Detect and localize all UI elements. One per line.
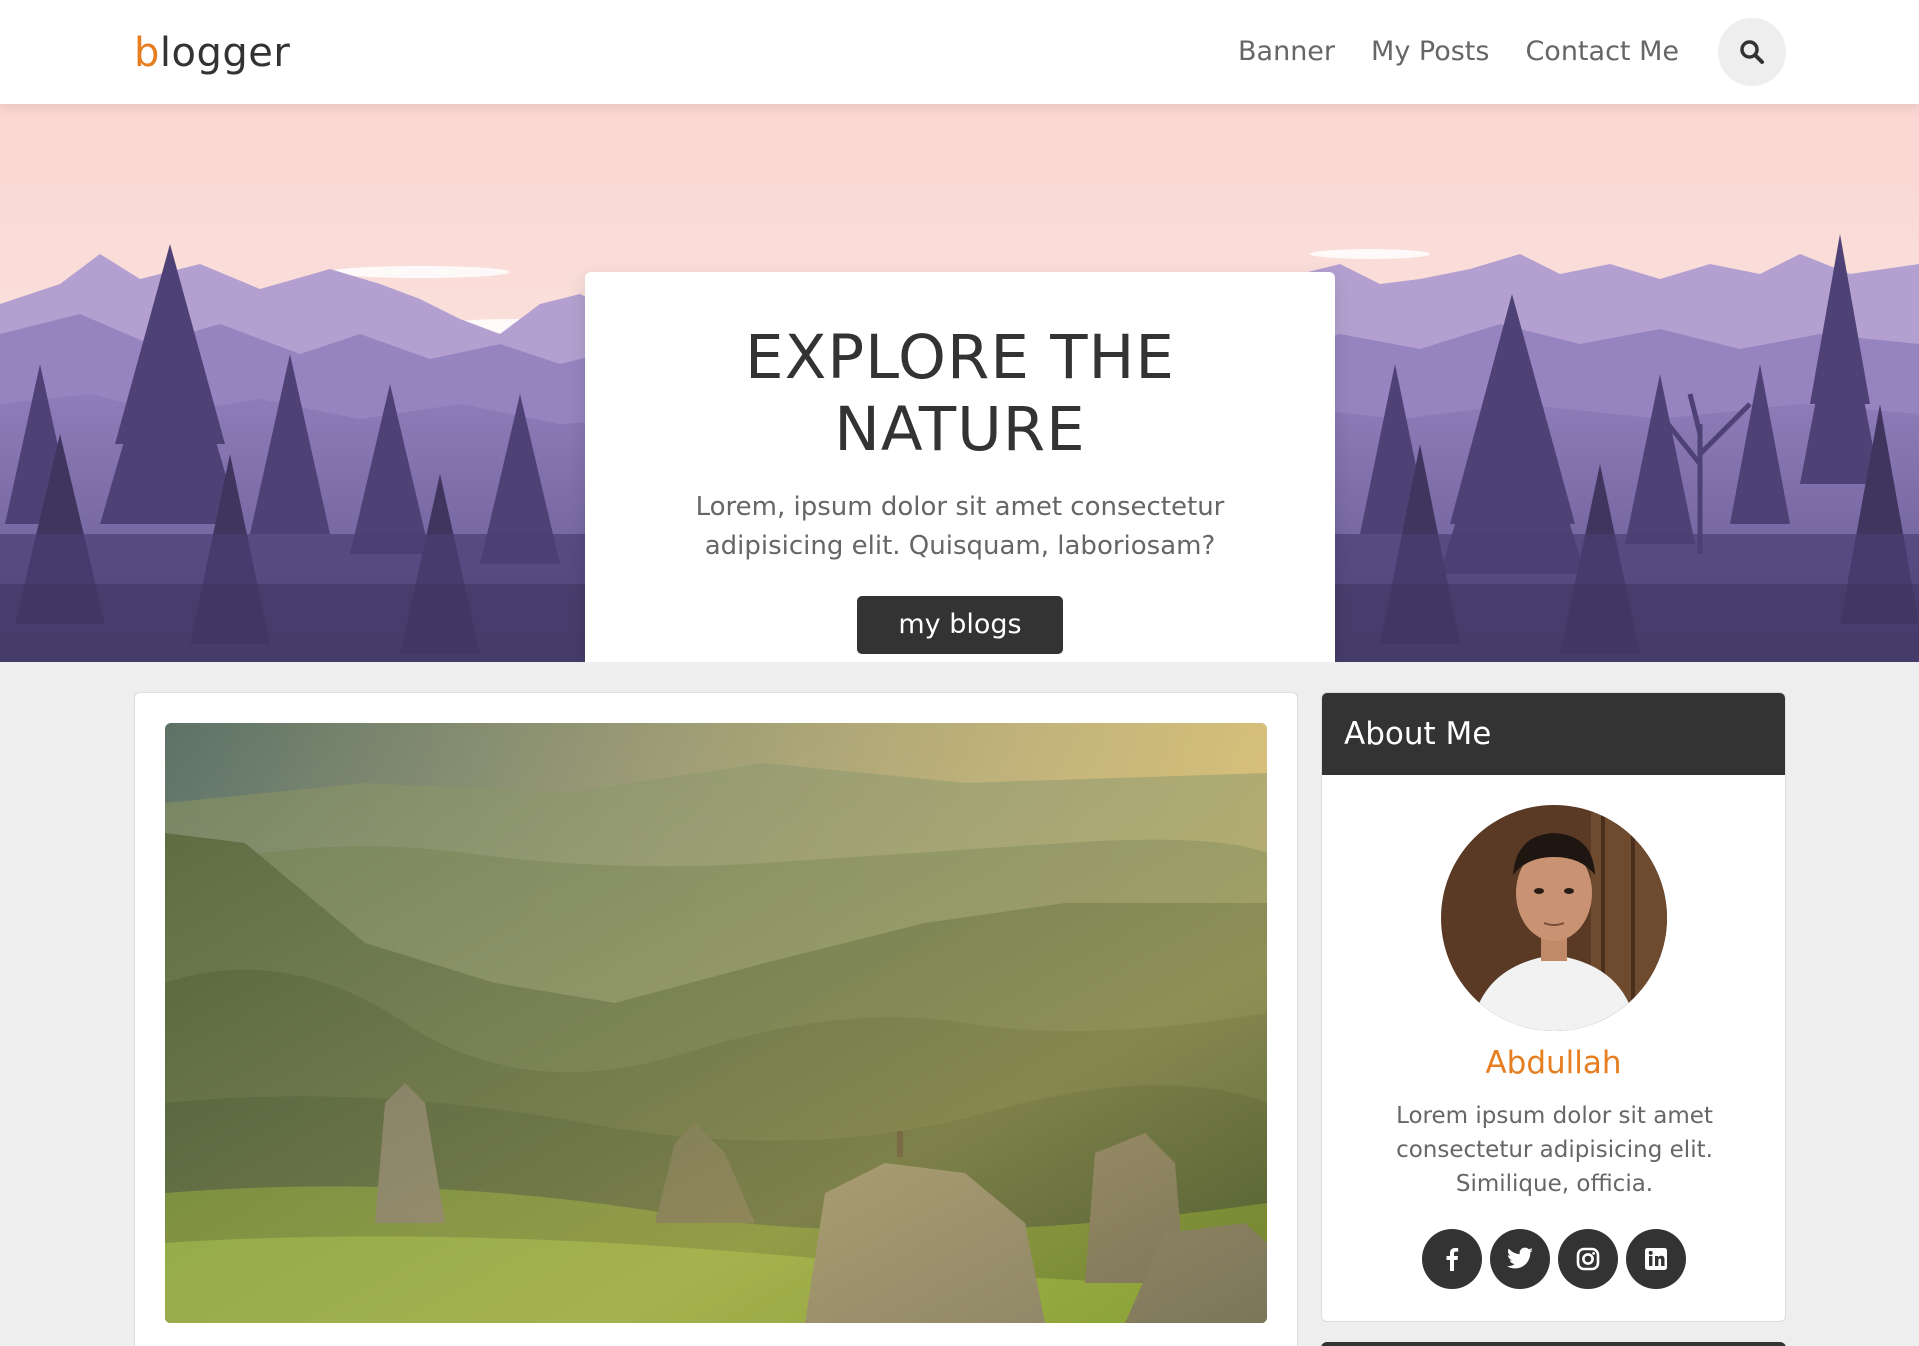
author-bio: Lorem ipsum dolor sit amet consectetur a…: [1396, 1103, 1713, 1197]
banner-title: EXPLORE THE NATURE: [680, 322, 1240, 466]
my-blogs-button[interactable]: my blogs: [857, 596, 1063, 654]
mountain-landscape-photo: [165, 723, 1267, 1323]
facebook-link[interactable]: [1421, 1229, 1482, 1289]
featured-post-card: [134, 692, 1298, 1346]
site-logo[interactable]: blogger: [134, 30, 290, 76]
social-links: [1322, 1229, 1785, 1289]
instagram-link[interactable]: [1557, 1229, 1618, 1289]
nav-link-my-posts[interactable]: My Posts: [1371, 36, 1489, 67]
main-nav: Banner My Posts Contact Me: [1238, 36, 1679, 67]
profile-photo: [1441, 805, 1667, 1031]
instagram-icon: [1576, 1247, 1599, 1271]
nav-link-banner[interactable]: Banner: [1238, 36, 1335, 67]
avatar: [1441, 805, 1667, 1031]
about-me-card: About Me Abdullah Lorem ipsum dolor sit …: [1321, 692, 1786, 1322]
logo-accent: b: [134, 30, 160, 76]
twitter-link[interactable]: [1489, 1229, 1550, 1289]
banner-title-line-1: EXPLORE THE: [745, 322, 1175, 393]
banner-card: EXPLORE THE NATURE Lorem, ipsum dolor si…: [585, 272, 1335, 662]
twitter-icon: [1506, 1247, 1533, 1269]
site-header: blogger Banner My Posts Contact Me: [0, 0, 1919, 104]
search-icon: [1740, 40, 1764, 64]
banner-title-line-2: NATURE: [834, 394, 1086, 465]
linkedin-icon: [1644, 1248, 1667, 1270]
sidebar-next-card: [1321, 1342, 1786, 1346]
facebook-icon: [1446, 1248, 1458, 1271]
linkedin-link[interactable]: [1625, 1229, 1686, 1289]
logo-text: logger: [159, 30, 291, 76]
search-button[interactable]: [1718, 18, 1786, 86]
hero-banner: EXPLORE THE NATURE Lorem, ipsum dolor si…: [0, 104, 1919, 662]
about-me-heading: About Me: [1322, 693, 1785, 775]
banner-description: Lorem, ipsum dolor sit amet consectetur …: [695, 492, 1225, 561]
post-image[interactable]: [165, 723, 1267, 1323]
author-name: Abdullah: [1485, 1045, 1622, 1081]
nav-link-contact-me[interactable]: Contact Me: [1525, 36, 1679, 67]
